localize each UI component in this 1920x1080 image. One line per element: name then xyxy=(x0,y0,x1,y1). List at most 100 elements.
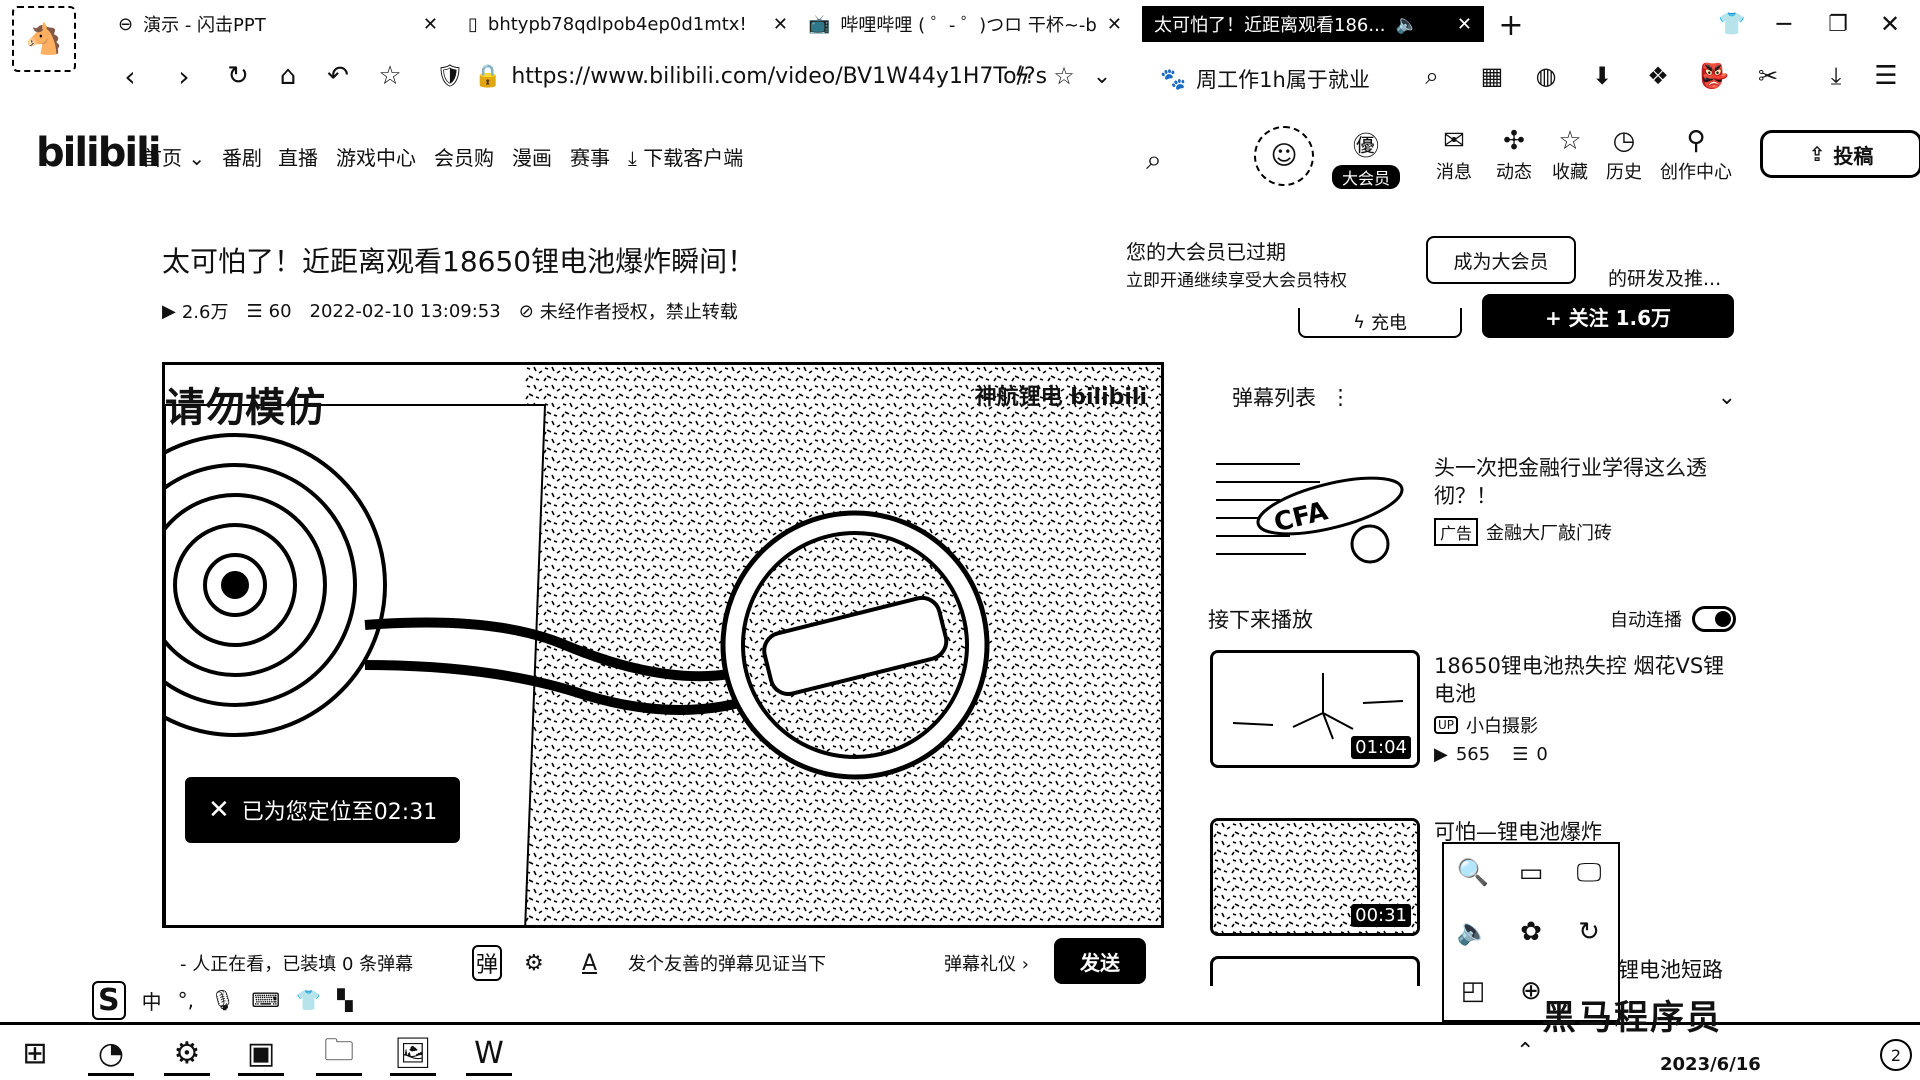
nav-live[interactable]: 直播 xyxy=(278,142,318,171)
creator-center-button[interactable]: ⚲ 创作中心 xyxy=(1660,126,1732,184)
danmaku-input[interactable]: 发个友善的弹幕见证当下 xyxy=(628,950,826,976)
screen-capture-icon[interactable]: ▭ xyxy=(1519,858,1544,888)
video-author[interactable]: UP 小白摄影 xyxy=(1434,712,1538,738)
ad-thumbnail[interactable]: CFA xyxy=(1210,448,1416,572)
minimize-icon[interactable]: ─ xyxy=(1766,6,1802,42)
sound-icon[interactable]: 🔈 xyxy=(1396,14,1418,35)
display-icon[interactable]: 🖵 xyxy=(1576,858,1601,889)
skin-icon[interactable]: 👕 xyxy=(296,988,321,1012)
undo-icon[interactable]: ↶ xyxy=(318,56,358,96)
search-suggestion[interactable]: 🐾 周工作1h属于就业 xyxy=(1160,64,1370,94)
charge-button[interactable]: ϟ 充电 xyxy=(1298,308,1462,338)
history-button[interactable]: ◷ 历史 xyxy=(1606,126,1642,184)
restore-icon[interactable]: ❐ xyxy=(1820,6,1856,42)
video-player[interactable]: 请勿模仿 神航锂电 bilibili ✕ 已为您定位至02:31 xyxy=(162,362,1164,928)
home-icon[interactable]: ⌂ xyxy=(268,56,308,96)
back-icon[interactable]: ‹ xyxy=(110,56,150,96)
keyboard-icon[interactable]: ⌨ xyxy=(251,988,280,1012)
toggle-switch[interactable] xyxy=(1692,606,1736,632)
nav-esports[interactable]: 赛事 xyxy=(570,142,610,171)
notification-icon[interactable]: 2 xyxy=(1880,1039,1912,1071)
sogou-logo-icon[interactable]: S xyxy=(92,980,126,1020)
sync-icon[interactable]: ↻ xyxy=(1578,917,1600,947)
apps-icon[interactable]: ▚ xyxy=(337,988,352,1012)
chevron-up-icon[interactable]: ⌃ xyxy=(1516,1039,1534,1064)
danmaku-toggle-icon[interactable]: 弹 xyxy=(472,945,503,981)
upload-button[interactable]: ⇪ 投稿 xyxy=(1760,130,1920,178)
close-icon[interactable]: ✕ xyxy=(773,14,788,35)
scissors-icon[interactable]: ✂ xyxy=(1748,56,1788,96)
nav-vip-shop[interactable]: 会员购 xyxy=(434,142,494,171)
vip-badge[interactable]: ㊝ 大会员 xyxy=(1332,126,1401,189)
windows-start-icon[interactable]: ⊞ xyxy=(12,1033,58,1073)
vpn-icon[interactable]: ◍ xyxy=(1526,56,1566,96)
danmaku-etiquette-link[interactable]: 弹幕礼仪 › xyxy=(944,950,1029,976)
send-button[interactable]: 发送 xyxy=(1054,938,1146,984)
danmaku-settings-icon[interactable]: ⚙ xyxy=(524,951,544,976)
video-thumbnail[interactable]: 00:31 xyxy=(1210,818,1420,936)
image-viewer-icon[interactable]: 🖼 xyxy=(390,1033,436,1076)
shirt-icon[interactable]: 👕 xyxy=(1714,6,1750,42)
extension-icon[interactable]: ❖ xyxy=(1638,56,1678,96)
network-icon[interactable]: ⊕ xyxy=(1520,976,1542,1006)
punctuation-icon[interactable]: °, xyxy=(178,988,194,1012)
tab-bilibili-home[interactable]: 📺 哔哩哔哩 ( ゜- ゜)つロ 干杯~-bi ✕ xyxy=(808,6,1122,42)
nav-home[interactable]: 首页 ⌄ xyxy=(142,142,205,171)
dynamics-button[interactable]: ✣ 动态 xyxy=(1496,126,1532,184)
nav-game-center[interactable]: 游戏中心 xyxy=(336,142,416,171)
video-title-link[interactable]: 锂电池短路 xyxy=(1618,956,1738,984)
more-icon[interactable]: ⋮ xyxy=(1330,385,1351,409)
close-icon[interactable]: ✕ xyxy=(1457,14,1472,35)
wps-icon[interactable]: W xyxy=(466,1033,512,1076)
file-explorer-icon[interactable]: 🗀 xyxy=(316,1033,362,1076)
become-vip-button[interactable]: 成为大会员 xyxy=(1426,236,1576,284)
search-icon[interactable]: ⌕ xyxy=(1134,140,1174,180)
danmaku-list-header[interactable]: 弹幕列表 ⋮ ⌄ xyxy=(1232,380,1736,414)
tab-active-video[interactable]: 太可怕了！近距离观看186... 🔈 ✕ xyxy=(1142,6,1484,42)
security-icon[interactable]: ✿ xyxy=(1520,917,1542,947)
close-icon[interactable]: ✕ xyxy=(208,795,230,825)
close-icon[interactable]: ✕ xyxy=(423,14,438,35)
menu-icon[interactable]: ☰ xyxy=(1866,56,1906,96)
assistant-icon[interactable]: ◔ xyxy=(88,1033,134,1076)
follow-button[interactable]: + 关注 1.6万 xyxy=(1482,294,1734,338)
video-title-link[interactable]: 18650锂电池热失控 烟花VS锂电池 xyxy=(1434,652,1734,708)
close-window-icon[interactable]: ✕ xyxy=(1872,6,1908,42)
lightning-icon[interactable]: ϟ xyxy=(1002,56,1042,96)
magnifier-icon[interactable]: 🔍 xyxy=(1457,858,1489,888)
new-tab-icon[interactable]: + xyxy=(1494,8,1528,43)
grid-icon[interactable]: ▦ xyxy=(1472,56,1512,96)
avatar[interactable]: ☺ xyxy=(1254,126,1314,186)
search-icon[interactable]: ⌕ xyxy=(1412,56,1452,96)
chat-app-icon[interactable]: ▣ xyxy=(238,1033,284,1076)
close-icon[interactable]: ✕ xyxy=(1107,14,1122,35)
download-icon[interactable]: ⤓ xyxy=(1816,56,1856,96)
nav-download-client[interactable]: ⤓ 下载客户端 xyxy=(628,142,743,171)
chevron-down-icon[interactable]: ⌄ xyxy=(1718,385,1736,410)
messages-button[interactable]: ✉ 消息 xyxy=(1436,126,1472,184)
favorite-icon[interactable]: ☆ xyxy=(1044,56,1084,96)
settings-gear-icon[interactable]: ⚙ xyxy=(164,1033,210,1076)
volume-icon[interactable]: 🔈 xyxy=(1457,917,1489,947)
reload-icon[interactable]: ↻ xyxy=(218,56,258,96)
nav-manga[interactable]: 漫画 xyxy=(512,142,552,171)
ad-title[interactable]: 头一次把金融行业学得这么透彻？！ xyxy=(1434,454,1734,510)
bilibili-logo[interactable]: bilibili xyxy=(36,130,162,176)
chevron-down-icon[interactable]: ⌄ xyxy=(1082,56,1122,96)
tab-doc[interactable]: ▯ bhtypb78qdlpob4ep0d1mtx! ✕ xyxy=(468,6,788,42)
ad-author[interactable]: 金融大厂敲门砖 xyxy=(1486,519,1612,545)
nav-anime[interactable]: 番剧 xyxy=(222,142,262,171)
window-icon[interactable]: ◰ xyxy=(1461,976,1486,1006)
tab-ppt[interactable]: ⊖ 演示 - 闪击PPT ✕ xyxy=(118,6,438,42)
download-manager-icon[interactable]: ⬇ xyxy=(1582,56,1622,96)
forward-icon[interactable]: › xyxy=(164,56,204,96)
bookmark-star-icon[interactable]: ☆ xyxy=(370,56,410,96)
ime-mode[interactable]: 中 xyxy=(142,986,162,1015)
favorites-button[interactable]: ☆ 收藏 xyxy=(1552,126,1588,184)
microphone-icon[interactable]: 🎙 xyxy=(210,988,235,1012)
autoplay-toggle[interactable]: 自动连播 xyxy=(1610,606,1736,632)
address-bar[interactable]: 🛡 🔒 https://www.bilibili.com/video/BV1W4… xyxy=(436,56,1047,96)
mask-icon[interactable]: 👺 xyxy=(1694,56,1734,96)
video-thumbnail[interactable] xyxy=(1210,956,1420,986)
font-style-icon[interactable]: A xyxy=(582,951,597,976)
